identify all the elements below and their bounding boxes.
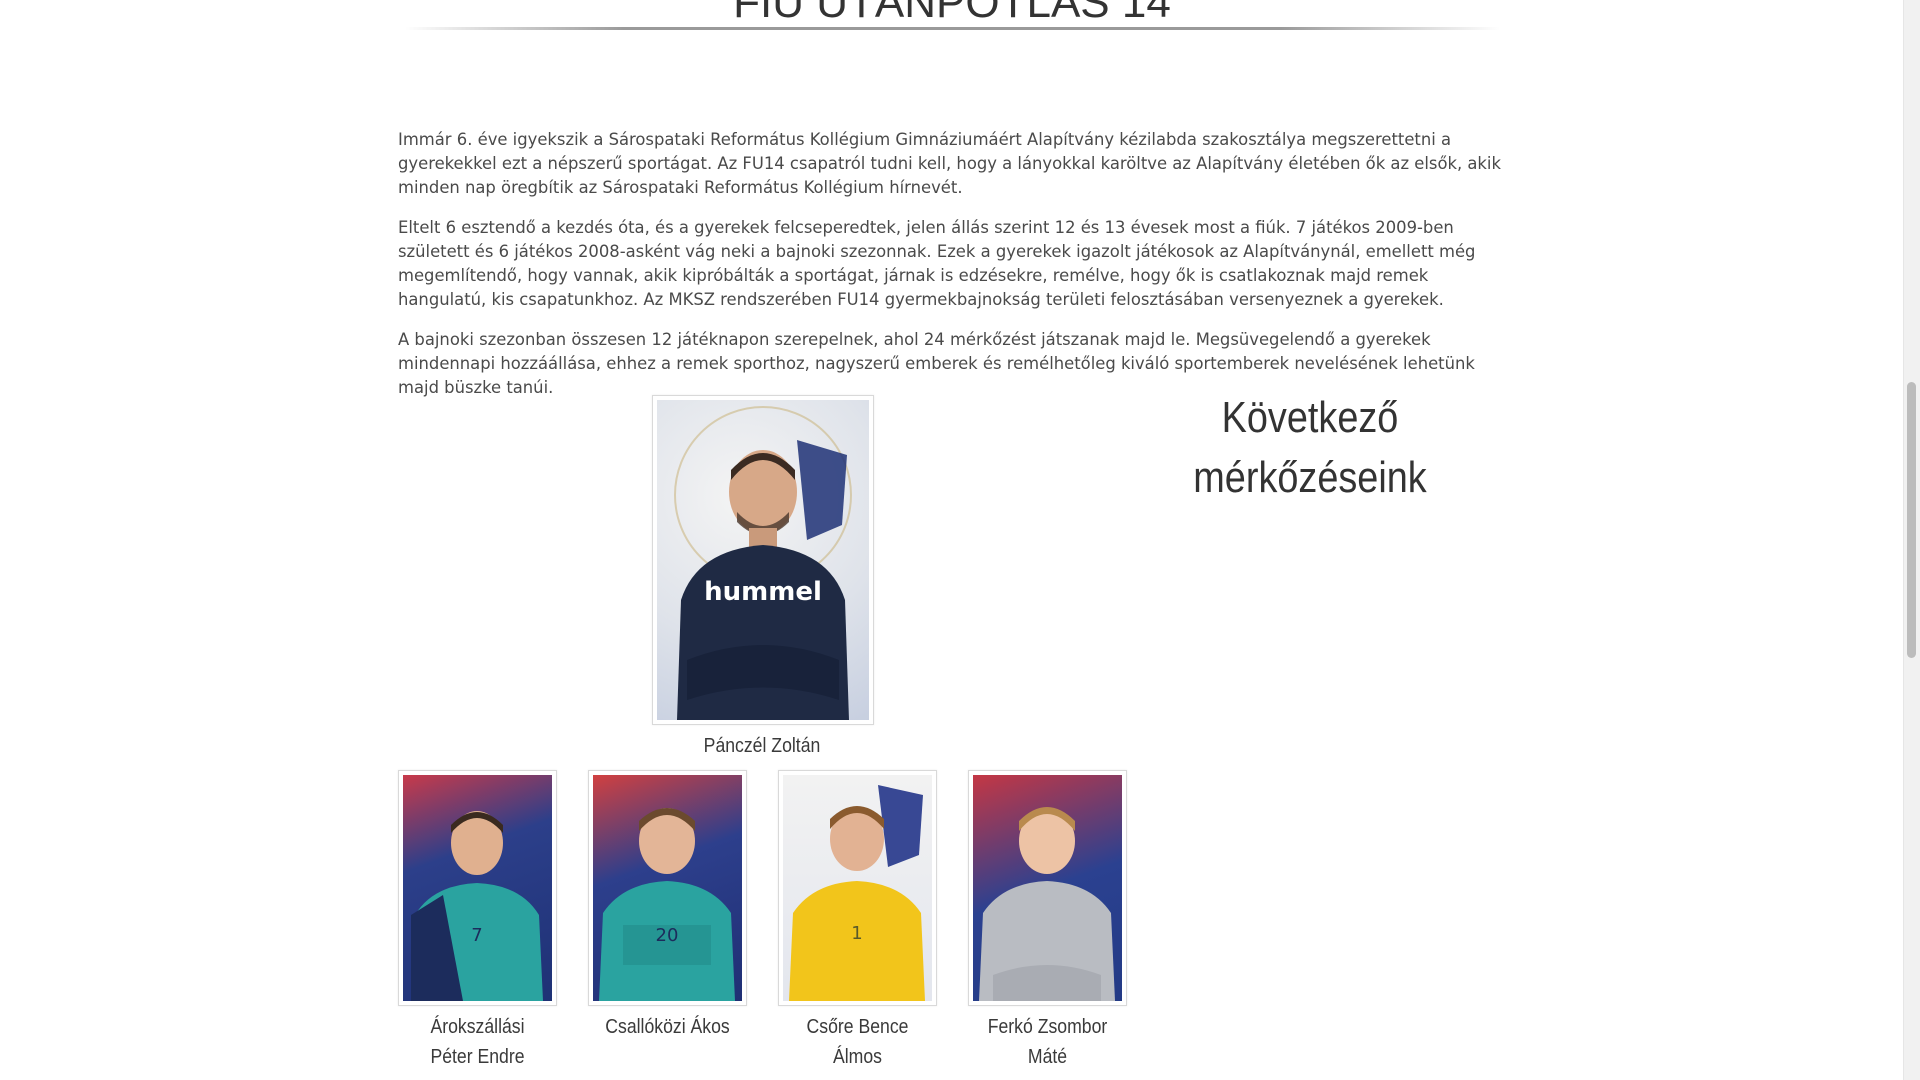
- page-scrollbar[interactable]: [1903, 0, 1920, 1080]
- player-card: Ferkó Zsombor Máté: [968, 770, 1127, 1072]
- coach-photo-frame[interactable]: hummel: [652, 395, 874, 725]
- player-photo-frame[interactable]: 1: [778, 770, 937, 1006]
- player-name: Csőre Bence Álmos: [806, 1015, 909, 1068]
- player-shirt-number: 1: [851, 923, 862, 944]
- page-title: FIÚ UTÁNPÓTLÁS 14: [733, 0, 1171, 27]
- player-name: Csallóközi Ákos: [605, 1015, 730, 1038]
- player-photo-frame[interactable]: [968, 770, 1127, 1006]
- player-portrait: [979, 807, 1115, 1001]
- player-photo: 20: [593, 775, 742, 1001]
- player-shirt-number: 7: [471, 925, 482, 946]
- scrollbar-thumb[interactable]: [1907, 382, 1916, 658]
- player-name: Árokszállási Péter Endre: [430, 1015, 525, 1068]
- coach-shirt-logo: hummel: [704, 577, 822, 607]
- coach-portrait: hummel: [674, 406, 852, 720]
- player-portrait: 1: [789, 785, 925, 1001]
- coach-photo: hummel: [657, 400, 869, 720]
- player-portrait: 7: [411, 811, 543, 1001]
- coach-name: Pánczél Zoltán: [703, 734, 821, 757]
- title-divider: [405, 27, 1500, 30]
- player-photo-frame[interactable]: 20: [588, 770, 747, 1006]
- player-card: 20 Csallóközi Ákos: [588, 770, 747, 1072]
- player-name: Ferkó Zsombor Máté: [987, 1015, 1108, 1068]
- player-photo: 7: [403, 775, 552, 1001]
- intro-text: Immár 6. éve igyekszik a Sárospataki Ref…: [398, 128, 1508, 416]
- player-photo: [973, 775, 1122, 1001]
- player-shirt-number: 20: [656, 925, 679, 946]
- intro-paragraph: Eltelt 6 esztendő a kezdés óta, és a gye…: [398, 218, 1476, 309]
- player-photo-frame[interactable]: 7: [398, 770, 557, 1006]
- coach-card: hummel Pánczél Zoltán: [652, 395, 874, 761]
- player-portrait: 20: [599, 808, 735, 1001]
- intro-paragraph: Immár 6. éve igyekszik a Sárospataki Ref…: [398, 130, 1501, 197]
- player-card: 1 Csőre Bence Álmos: [778, 770, 937, 1072]
- upcoming-matches-heading: Következő mérkőzéseink: [1193, 393, 1427, 502]
- player-photo: 1: [783, 775, 932, 1001]
- player-card: 7 Árokszállási Péter Endre: [398, 770, 557, 1072]
- player-list: 7 Árokszállási Péter Endre 20 Csallóközi…: [398, 770, 1127, 1072]
